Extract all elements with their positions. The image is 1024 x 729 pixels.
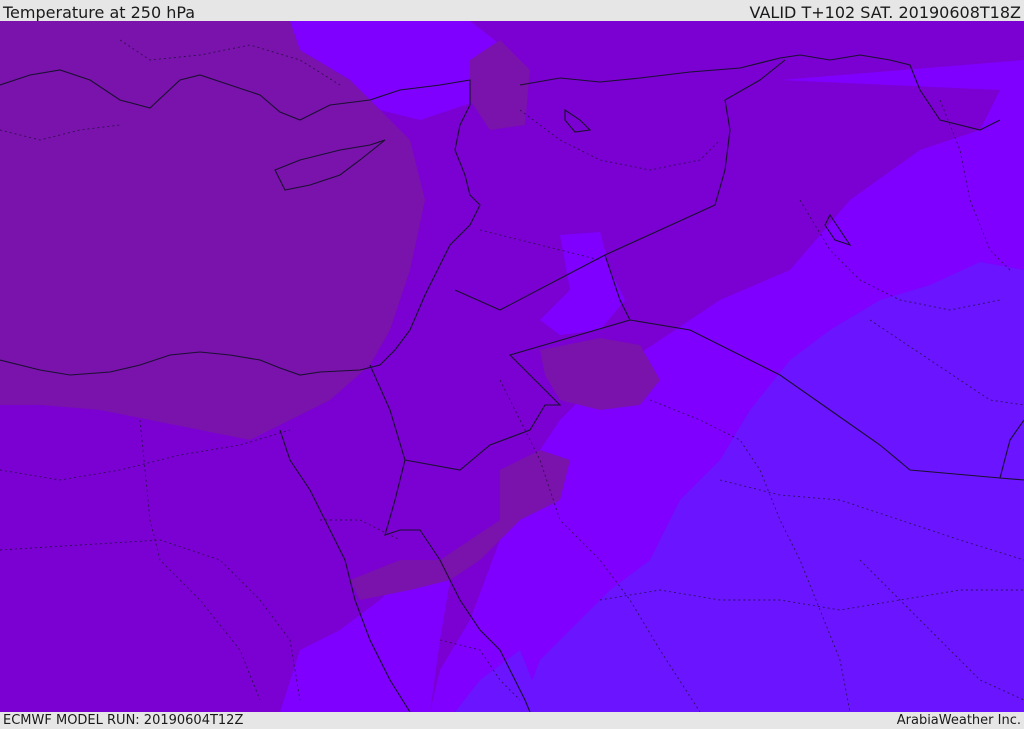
footer-bar: ECMWF MODEL RUN: 20190604T12Z ArabiaWeat… [0, 712, 1024, 729]
header-bar: Temperature at 250 hPa VALID T+102 SAT. … [0, 0, 1024, 22]
weather-map [0, 21, 1024, 712]
map-title: Temperature at 250 hPa [3, 3, 196, 22]
provider-credit: ArabiaWeather Inc. [896, 713, 1021, 728]
model-run: ECMWF MODEL RUN: 20190604T12Z [3, 713, 244, 728]
valid-time: VALID T+102 SAT. 20190608T18Z [749, 3, 1021, 22]
